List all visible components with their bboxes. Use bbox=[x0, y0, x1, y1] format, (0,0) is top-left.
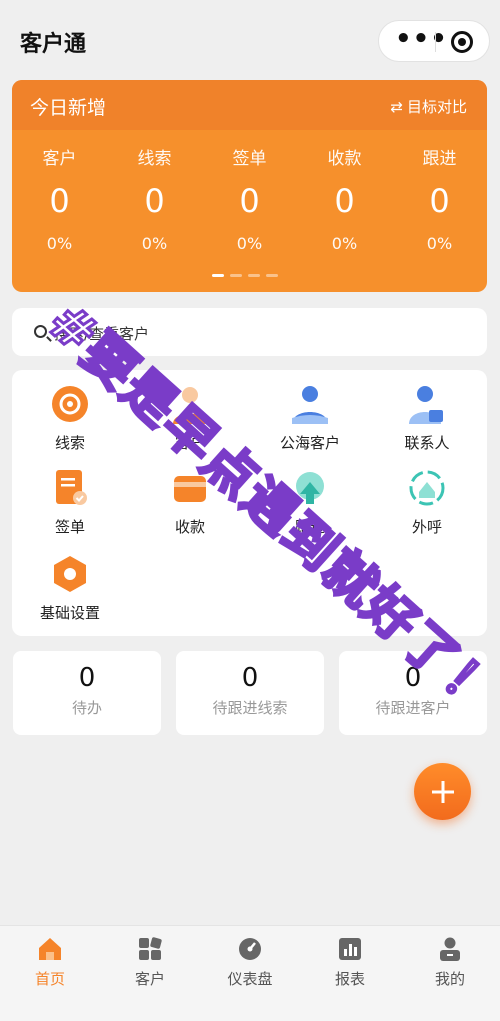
tab-dashboard[interactable]: 仪表盘 bbox=[200, 936, 300, 989]
pending-leads-label: 待跟进线索 bbox=[212, 699, 288, 717]
profile-icon bbox=[437, 936, 463, 962]
stat-leads[interactable]: 线索 0 0% bbox=[107, 144, 202, 253]
tab-report[interactable]: 报表 bbox=[300, 936, 400, 989]
pager-dot[interactable] bbox=[212, 274, 224, 277]
capsule-divider bbox=[435, 32, 436, 52]
menu-item-label: 跟进 bbox=[294, 518, 325, 536]
leads-icon bbox=[50, 384, 90, 424]
stat-label: 客户 bbox=[42, 149, 77, 169]
todo-card[interactable]: 0 待办 bbox=[13, 651, 161, 735]
stat-value: 0 bbox=[429, 182, 450, 220]
mini-program-capsule: ••• bbox=[378, 20, 490, 62]
pager-dot[interactable] bbox=[266, 274, 278, 277]
tab-label: 首页 bbox=[34, 970, 65, 988]
menu-item-leads[interactable]: 线索 bbox=[20, 384, 120, 464]
more-dots-icon[interactable]: ••• bbox=[395, 26, 447, 57]
pending-customers-card[interactable]: 0 待跟进客户 bbox=[339, 651, 487, 735]
pending-customers-count: 0 bbox=[404, 663, 422, 693]
payment-icon bbox=[170, 468, 210, 508]
menu-item-settings[interactable]: 基础设置 bbox=[20, 554, 120, 634]
stat-contract[interactable]: 签单 0 0% bbox=[202, 144, 297, 253]
tab-customer[interactable]: 客户 bbox=[100, 936, 200, 989]
tab-home[interactable]: 首页 bbox=[0, 936, 100, 989]
bottom-tab-bar: 首页 客户 仪表盘 报表 我的 bbox=[0, 925, 500, 1021]
stat-label: 收款 bbox=[327, 149, 362, 169]
todo-label: 待办 bbox=[71, 699, 102, 717]
stat-customer[interactable]: 客户 0 0% bbox=[12, 144, 107, 253]
carousel-pager bbox=[212, 274, 278, 277]
stat-percent: 0% bbox=[46, 234, 73, 253]
stat-percent: 0% bbox=[236, 234, 263, 253]
tab-profile[interactable]: 我的 bbox=[400, 936, 500, 989]
today-stats-card: 今日新增 ⇄ 目标对比 客户 0 0% 线索 0 0% 签单 0 0% 收款 0 … bbox=[12, 80, 487, 292]
customer-icon bbox=[170, 384, 210, 424]
add-button[interactable] bbox=[414, 763, 471, 820]
menu-item-label: 联系人 bbox=[404, 434, 450, 452]
menu-item-label: 签单 bbox=[54, 518, 85, 536]
menu-item-payment[interactable]: 收款 bbox=[140, 468, 240, 548]
menu-item-contact[interactable]: 联系人 bbox=[377, 384, 477, 464]
todo-count: 0 bbox=[78, 663, 96, 693]
public-customer-icon bbox=[290, 384, 330, 424]
search-bar[interactable]: 搜索/查重客户 bbox=[12, 308, 487, 356]
search-icon bbox=[34, 325, 47, 338]
pending-leads-count: 0 bbox=[241, 663, 259, 693]
stat-label: 跟进 bbox=[422, 149, 457, 169]
contact-icon bbox=[407, 384, 447, 424]
stat-percent: 0% bbox=[141, 234, 168, 253]
menu-item-outbound-call[interactable]: 外呼 bbox=[377, 468, 477, 548]
grid-icon bbox=[137, 936, 163, 962]
menu-item-label: 线索 bbox=[54, 434, 85, 452]
menu-item-label: 外呼 bbox=[411, 518, 442, 536]
stat-value: 0 bbox=[49, 182, 70, 220]
target-circle-icon[interactable] bbox=[451, 31, 473, 53]
target-compare-label: 目标对比 bbox=[406, 98, 467, 116]
pager-dot[interactable] bbox=[248, 274, 260, 277]
target-compare-button[interactable]: ⇄ 目标对比 bbox=[390, 96, 467, 117]
follow-up-icon bbox=[290, 468, 330, 508]
menu-item-label: 基础设置 bbox=[39, 604, 100, 622]
tab-label: 报表 bbox=[334, 970, 365, 988]
contract-icon bbox=[50, 468, 90, 508]
settings-icon bbox=[50, 554, 90, 594]
tab-label: 客户 bbox=[134, 970, 165, 988]
dashboard-icon bbox=[237, 936, 263, 962]
stats-header: 今日新增 ⇄ 目标对比 bbox=[12, 80, 487, 130]
menu-item-contract[interactable]: 签单 bbox=[20, 468, 120, 548]
outbound-call-icon bbox=[407, 468, 447, 508]
bar-chart-icon bbox=[337, 936, 363, 962]
menu-item-label: 收款 bbox=[174, 518, 205, 536]
pager-dot[interactable] bbox=[230, 274, 242, 277]
menu-item-follow-up[interactable]: 跟进 bbox=[260, 468, 360, 548]
stats-title: 今日新增 bbox=[30, 97, 107, 119]
stat-percent: 0% bbox=[331, 234, 358, 253]
stat-payment[interactable]: 收款 0 0% bbox=[297, 144, 392, 253]
app-title: 客户通 bbox=[20, 32, 87, 57]
search-placeholder: 搜索/查重客户 bbox=[54, 325, 150, 343]
stat-label: 签单 bbox=[232, 149, 267, 169]
stat-value: 0 bbox=[334, 182, 355, 220]
stat-value: 0 bbox=[239, 182, 260, 220]
tab-label: 我的 bbox=[434, 970, 465, 988]
home-icon bbox=[37, 936, 63, 962]
stat-label: 线索 bbox=[137, 149, 172, 169]
tab-label: 仪表盘 bbox=[227, 970, 273, 988]
menu-item-public-customer[interactable]: 公海客户 bbox=[260, 384, 360, 464]
pending-leads-card[interactable]: 0 待跟进线索 bbox=[176, 651, 324, 735]
swap-icon: ⇄ bbox=[390, 98, 403, 116]
top-bar: 客户通 ••• bbox=[0, 0, 500, 78]
feature-grid: 线索 客户 公海客户 联系人 签单 收款 跟进 外呼 基础设置 bbox=[12, 370, 487, 636]
menu-item-label: 客户 bbox=[174, 434, 205, 452]
stat-percent: 0% bbox=[426, 234, 453, 253]
menu-item-label: 公海客户 bbox=[279, 434, 340, 452]
pending-customers-label: 待跟进客户 bbox=[375, 699, 451, 717]
menu-item-customer[interactable]: 客户 bbox=[140, 384, 240, 464]
stat-follow-up[interactable]: 跟进 0 0% bbox=[392, 144, 487, 253]
stat-value: 0 bbox=[144, 182, 165, 220]
